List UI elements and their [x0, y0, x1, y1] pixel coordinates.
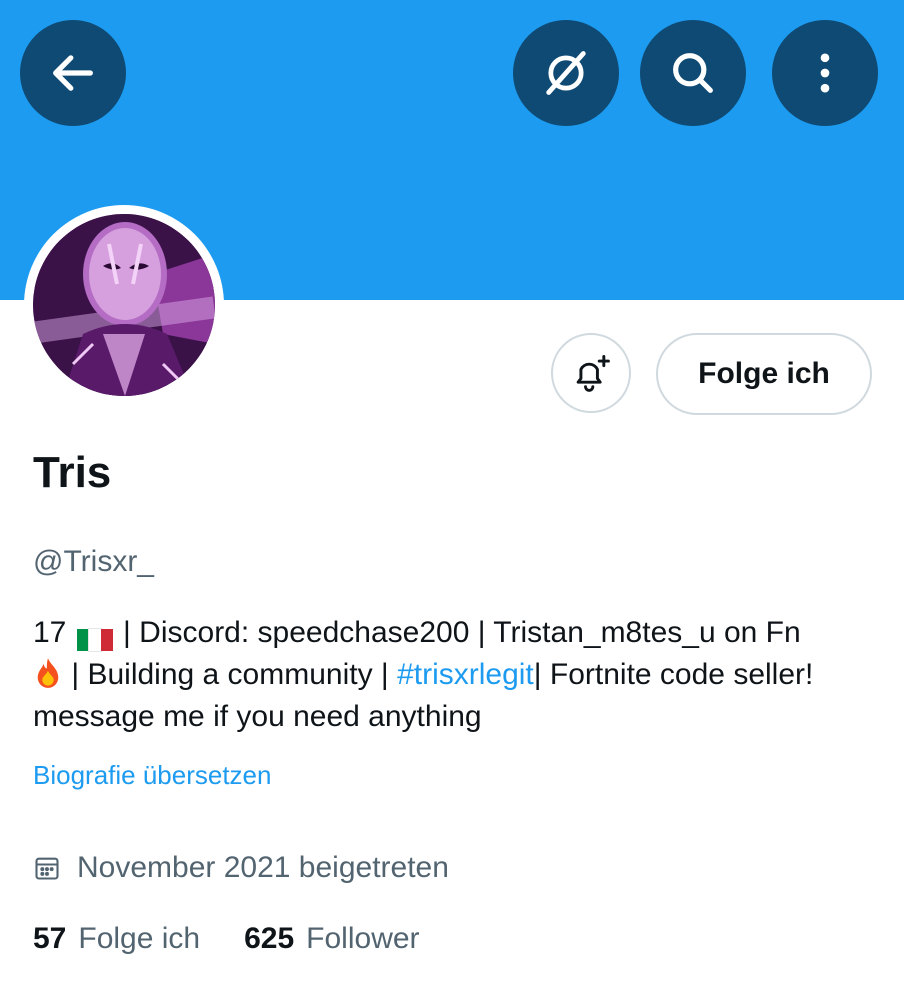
search-button[interactable] [640, 20, 746, 126]
notification-bell-plus-icon [576, 355, 610, 392]
italy-flag-icon [76, 621, 113, 653]
follow-stats: 57 Folge ich 625 Follower [33, 922, 464, 956]
avatar-image [33, 214, 215, 396]
search-icon [673, 53, 713, 93]
grok-icon [546, 51, 586, 95]
hashtag-link[interactable]: #trisxrlegit [397, 658, 534, 691]
profile-bio: 17 | Discord: speedchase200 | Tristan_m8… [33, 612, 873, 738]
followers-count: 625 [244, 922, 295, 955]
profile-handle: @Trisxr_ [33, 545, 154, 578]
more-options-button[interactable] [772, 20, 878, 126]
following-button[interactable]: Folge ich [656, 333, 872, 415]
following-count: 57 [33, 922, 67, 955]
profile-name: Tris [33, 448, 112, 497]
back-button[interactable] [20, 20, 126, 126]
followers-stat[interactable]: 625 Follower [244, 922, 419, 956]
more-vertical-icon [820, 53, 830, 93]
bio-text-1: 17 [33, 616, 67, 649]
fire-icon [37, 658, 59, 688]
bio-text-2: | Discord: speedchase200 | Tristan_m8tes… [114, 616, 801, 649]
arrow-left-icon [53, 55, 93, 91]
joined-text: November 2021 beigetreten [77, 851, 449, 884]
joined-date: November 2021 beigetreten [33, 851, 449, 885]
following-stat[interactable]: 57 Folge ich [33, 922, 200, 956]
avatar[interactable] [24, 205, 224, 405]
notification-bell-button[interactable] [551, 333, 631, 413]
grok-button[interactable] [513, 20, 619, 126]
followers-label: Follower [306, 922, 420, 955]
translate-bio-link[interactable]: Biografie übersetzen [33, 760, 271, 791]
bio-text-3: | Building a community | [63, 658, 398, 691]
calendar-icon [35, 857, 59, 880]
following-label: Folge ich [78, 922, 201, 955]
